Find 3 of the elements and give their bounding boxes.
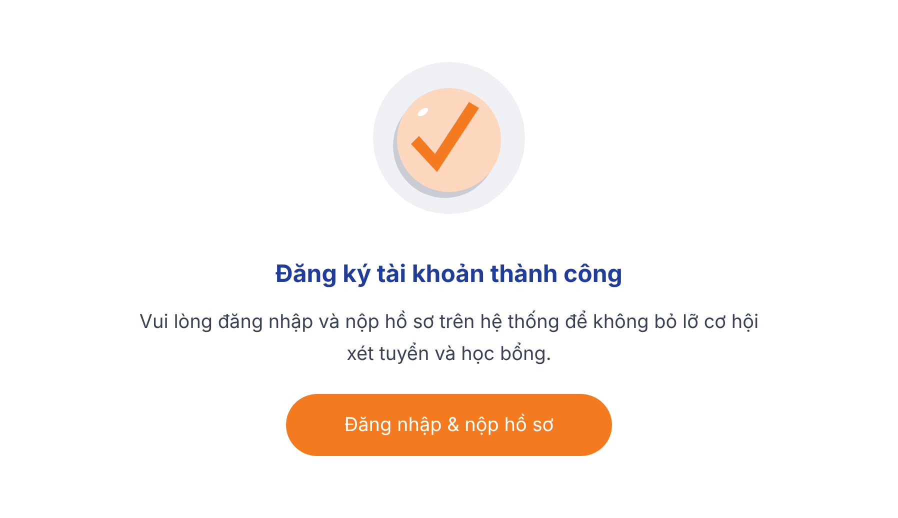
login-submit-button[interactable]: Đăng nhập & nộp hồ sơ (286, 394, 612, 456)
instruction-text: Vui lòng đăng nhập và nộp hồ sơ trên hệ thống để không bỏ lỡ cơ hội xét tuyển và học bổng. (138, 309, 760, 367)
success-title: Đăng ký tài khoản thành công (276, 258, 622, 290)
